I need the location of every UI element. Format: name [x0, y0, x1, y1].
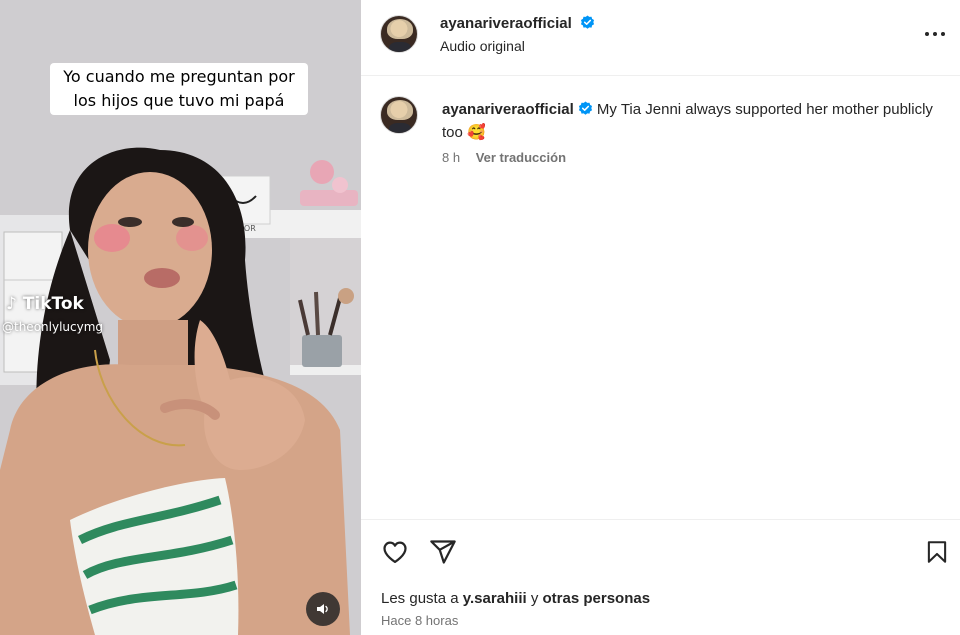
likes-prefix: Les gusta a — [381, 590, 459, 607]
likes-others-link[interactable]: otras personas — [543, 590, 651, 607]
post-details-pane: ayanariveraofficial Audio original ayana… — [361, 0, 960, 635]
tiktok-username: @theonlylucymg — [2, 320, 104, 334]
tiktok-icon: ♪ — [6, 294, 17, 314]
comment-meta: 8 h Ver traducción — [442, 150, 566, 165]
post-actions: Les gusta a y.sarahiii y otras personas … — [361, 519, 960, 635]
tiktok-watermark: ♪ TikTok — [6, 294, 84, 314]
author-username-text[interactable]: ayanariveraofficial — [440, 15, 572, 32]
heart-icon — [383, 541, 407, 564]
audio-toggle-button[interactable] — [306, 592, 340, 626]
post-media[interactable]: PANDOR Yo cuando me preguntan por los h — [0, 0, 361, 635]
audio-original-link[interactable]: Audio original — [440, 38, 525, 54]
post-timestamp[interactable]: Hace 8 horas — [381, 613, 458, 628]
see-translation-link[interactable]: Ver traducción — [476, 150, 566, 165]
verified-badge-icon — [580, 15, 594, 29]
tiktok-brand-label: TikTok — [22, 294, 84, 314]
share-icon — [430, 540, 456, 564]
verified-badge-icon — [578, 101, 592, 115]
comment-author-avatar[interactable] — [380, 96, 418, 134]
volume-icon — [317, 604, 328, 614]
more-options-icon[interactable] — [923, 24, 947, 44]
comment-body: ayanariveraofficial My Tia Jenni always … — [442, 98, 942, 144]
video-caption: Yo cuando me preguntan por los hijos que… — [50, 63, 308, 115]
likes-summary: Les gusta a y.sarahiii y otras personas — [381, 590, 650, 607]
save-button[interactable] — [922, 537, 952, 567]
author-avatar[interactable] — [380, 15, 418, 53]
like-button[interactable] — [380, 537, 410, 567]
likes-join: y — [530, 590, 539, 607]
author-username[interactable]: ayanariveraofficial — [440, 15, 595, 32]
post-header: ayanariveraofficial Audio original — [361, 0, 960, 76]
likes-user-link[interactable]: y.sarahiii — [463, 590, 527, 607]
share-button[interactable] — [428, 537, 458, 567]
bookmark-icon — [927, 541, 947, 563]
comment-username[interactable]: ayanariveraofficial — [442, 101, 574, 118]
comment-age[interactable]: 8 h — [442, 150, 460, 165]
